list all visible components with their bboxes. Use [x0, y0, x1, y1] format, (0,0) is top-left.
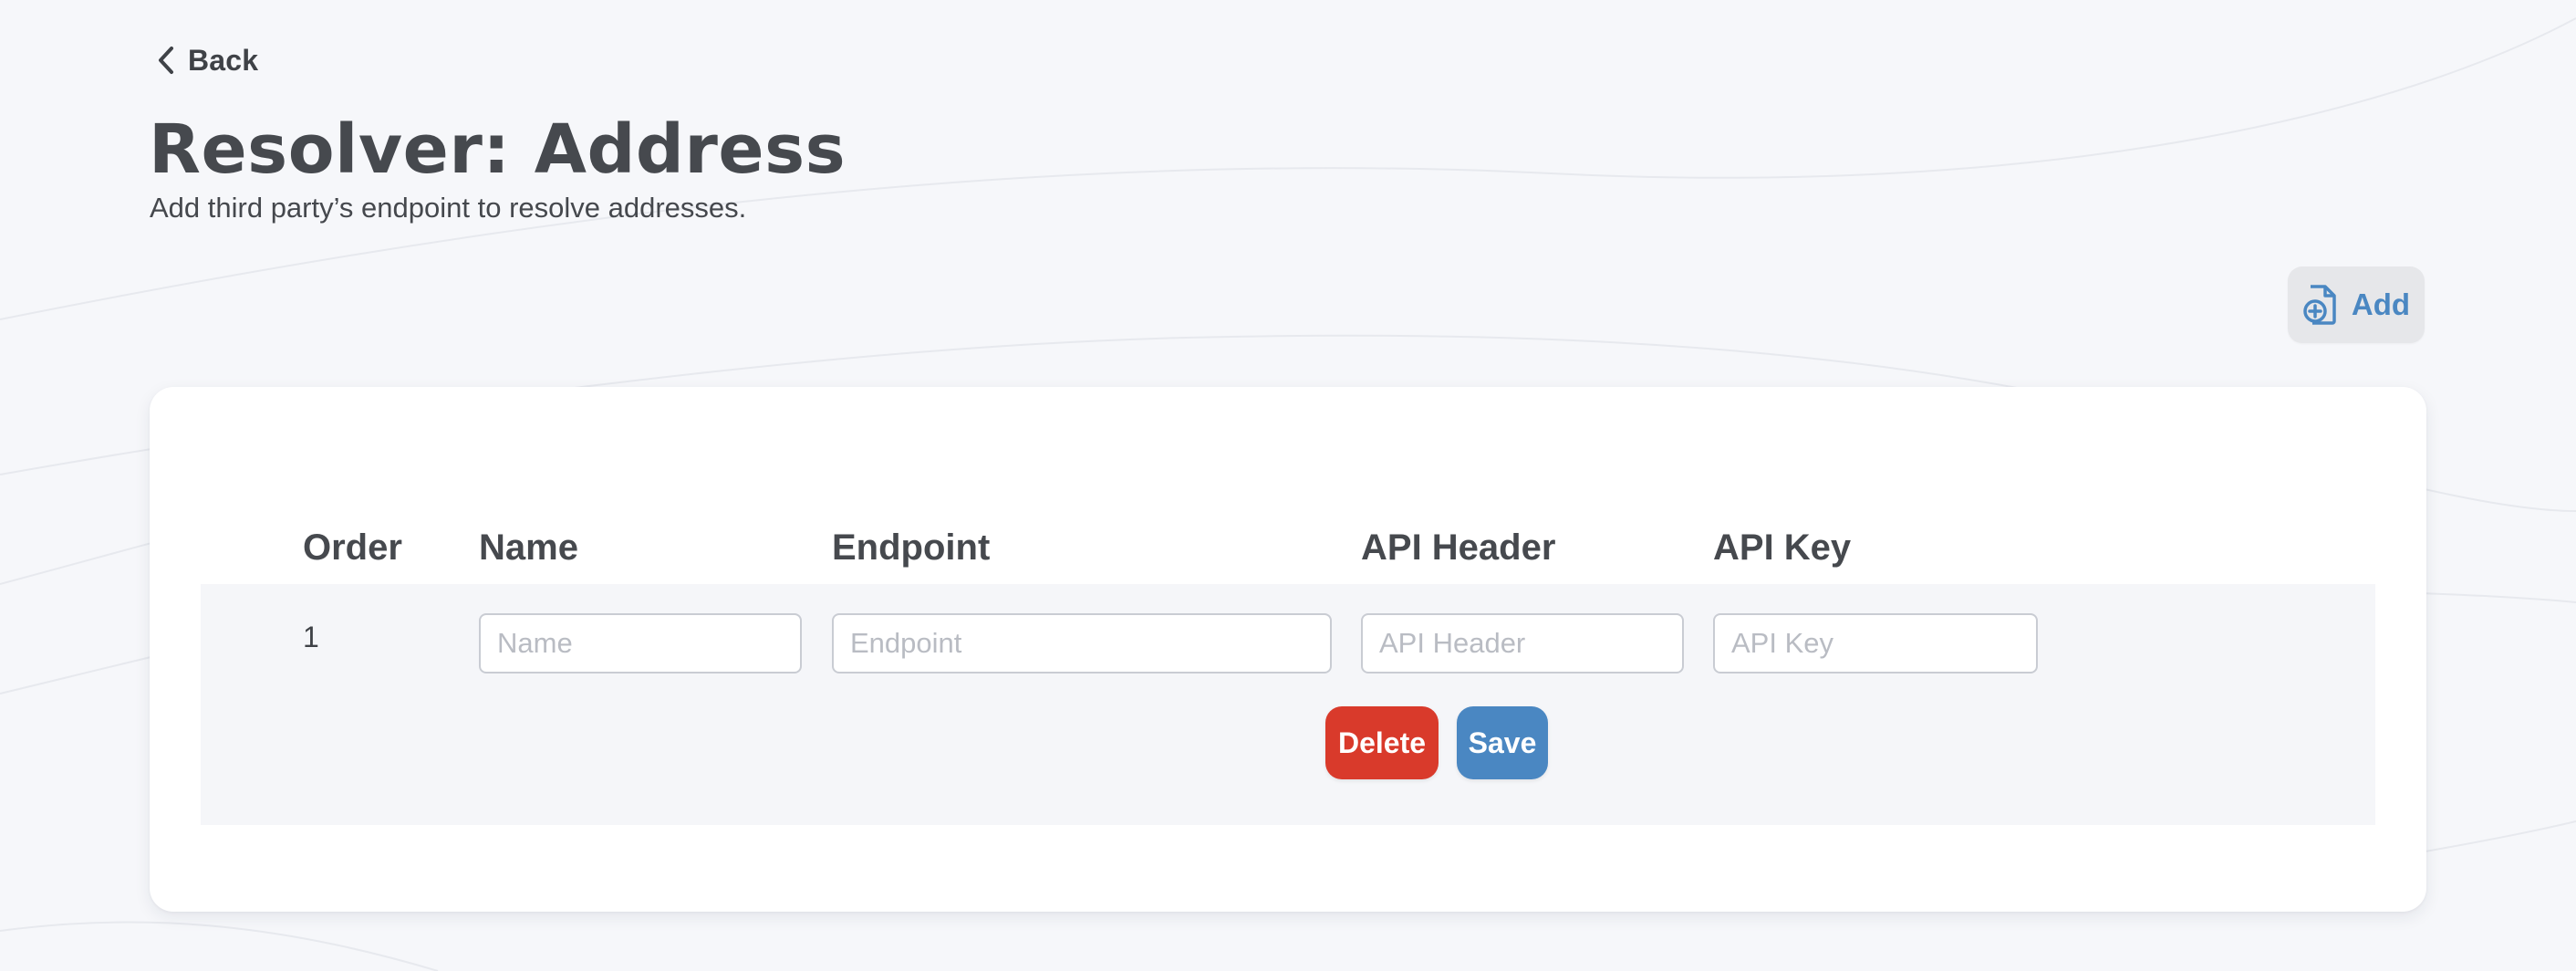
page: Back Resolver: Address Add third party’s… — [0, 0, 2576, 971]
api-header-input[interactable] — [1361, 613, 1684, 673]
chevron-left-icon — [157, 45, 177, 76]
page-subtitle: Add third party’s endpoint to resolve ad… — [150, 192, 747, 224]
add-button[interactable]: Add — [2288, 266, 2425, 343]
column-header-api-key: API Key — [1713, 527, 1852, 568]
table-row: 1 Delete Save — [201, 584, 2375, 825]
resolver-table-card: Order Name Endpoint API Header API Key 1… — [150, 387, 2426, 912]
page-title: Resolver: Address — [149, 110, 847, 189]
add-label: Add — [2351, 287, 2411, 321]
column-header-endpoint: Endpoint — [832, 527, 991, 568]
back-link[interactable]: Back — [157, 40, 258, 80]
column-header-api-header: API Header — [1361, 527, 1556, 568]
save-button[interactable]: Save — [1457, 706, 1548, 779]
endpoint-input[interactable] — [832, 613, 1332, 673]
name-input[interactable] — [479, 613, 802, 673]
table-header: Order Name Endpoint API Header API Key — [150, 506, 2426, 597]
document-add-icon — [2301, 283, 2341, 327]
column-header-order: Order — [303, 527, 402, 568]
row-order: 1 — [303, 621, 319, 653]
back-label: Back — [188, 43, 259, 77]
delete-button[interactable]: Delete — [1325, 706, 1439, 779]
column-header-name: Name — [479, 527, 578, 568]
api-key-input[interactable] — [1713, 613, 2038, 673]
